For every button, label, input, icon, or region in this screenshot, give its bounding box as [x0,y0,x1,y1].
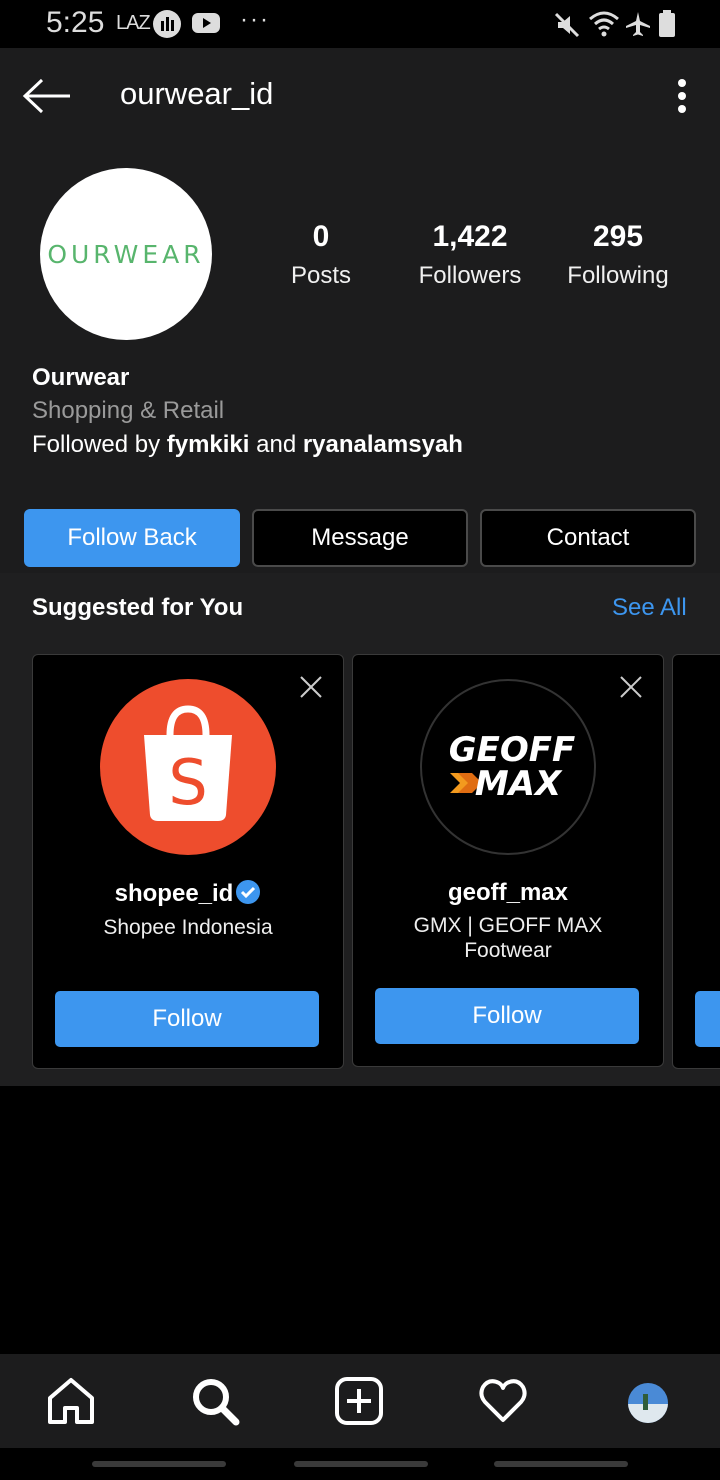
suggested-card-partial[interactable] [672,654,720,1069]
stat-label: Following [567,262,669,289]
shopee-bag-icon: S [144,705,232,821]
contact-button[interactable]: Contact [480,509,696,567]
bottom-navigation [0,1354,720,1448]
verified-badge-icon [235,879,261,912]
status-bar: 5:25 LAZ ··· [0,0,720,48]
message-button[interactable]: Message [252,509,468,567]
profile-avatar-icon[interactable] [627,1382,669,1429]
lazada-notification-icon: LAZ [116,12,151,34]
wifi-icon [588,10,620,43]
recents-button[interactable] [92,1461,226,1467]
home-button[interactable] [294,1461,428,1467]
activity-heart-icon[interactable] [478,1376,528,1431]
search-icon[interactable] [190,1376,240,1431]
geoff-max-avatar[interactable]: GEOFF MAX [420,679,596,855]
app-bar: ourwear_id [0,48,720,144]
more-notifications-icon: ··· [240,6,270,33]
card-fullname: Shopee Indonesia [103,916,273,939]
mute-icon [554,12,580,43]
more-options-icon[interactable] [670,78,694,119]
battery-icon [658,10,676,43]
dismiss-close-icon[interactable] [619,675,643,704]
home-icon[interactable] [46,1376,96,1431]
follow-button-partial[interactable] [695,991,720,1047]
card-fullname: GMX | GEOFF MAX Footwear [413,914,603,962]
airplane-mode-icon [624,10,652,43]
followed-by[interactable]: Followed by fymkiki and ryanalamsyah [32,431,463,459]
profile-name: Ourwear [32,364,130,391]
stat-following[interactable]: 295 Following [528,220,708,290]
card-username: shopee_id [33,879,343,912]
system-navigation-bar [0,1448,720,1480]
geoff-max-logo-icon: GEOFF MAX [449,730,576,804]
new-post-icon[interactable] [334,1376,384,1431]
avatar-logo-text: OURWEAR [47,239,205,269]
follow-back-button[interactable]: Follow Back [24,509,240,567]
follow-button[interactable]: Follow [375,988,639,1044]
suggested-title: Suggested for You [32,594,244,621]
profile-category: Shopping & Retail [32,397,225,424]
max-logo-text: MAX [475,764,563,804]
back-button[interactable] [494,1461,628,1467]
suggested-card-geoff-max[interactable]: GEOFF MAX geoff_max GMX | GEOFF MAX Foot… [352,654,664,1067]
stat-value: 295 [592,220,644,253]
stats-app-icon [152,9,182,44]
status-time: 5:25 [46,6,105,39]
header-username: ourwear_id [120,76,274,111]
see-all-link[interactable]: See All [612,594,687,622]
suggested-card-shopee[interactable]: S shopee_id Shopee Indonesia Follow [32,654,344,1069]
shopee-avatar[interactable]: S [100,679,276,855]
followed-by-user1[interactable]: fymkiki [167,431,250,458]
follow-button[interactable]: Follow [55,991,319,1047]
back-arrow-icon[interactable] [22,78,72,119]
followed-by-user2[interactable]: ryanalamsyah [303,431,463,458]
profile-avatar[interactable]: OURWEAR [40,168,212,340]
followed-by-prefix: Followed by [32,431,167,458]
youtube-icon [192,11,220,40]
followed-by-and: and [249,431,303,458]
dismiss-close-icon[interactable] [299,675,323,704]
shopee-letter: S [168,746,207,819]
card-username: geoff_max [447,879,569,906]
